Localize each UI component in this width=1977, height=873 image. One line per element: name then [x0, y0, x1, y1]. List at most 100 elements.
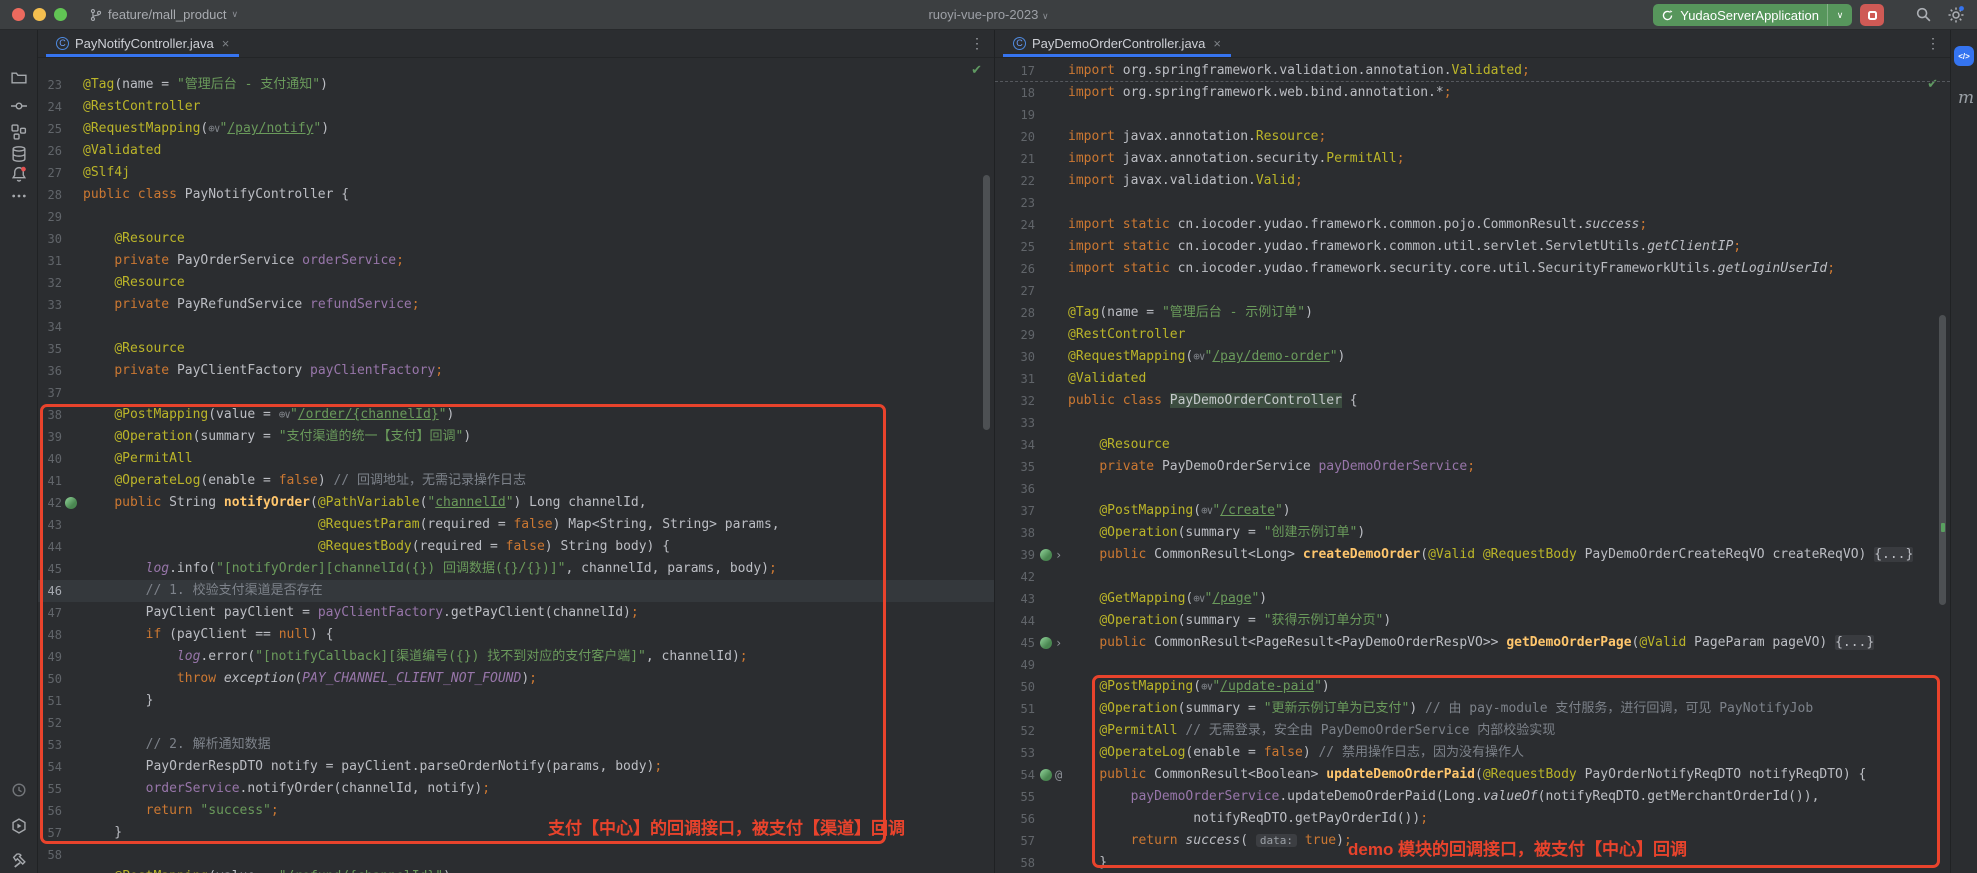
code-line[interactable]: 33 private PayRefundService refundServic… — [38, 294, 994, 316]
line-number[interactable]: 26 — [995, 258, 1035, 280]
code-line[interactable]: 56 return "success"; — [38, 800, 994, 822]
line-number[interactable]: 31 — [38, 250, 62, 272]
line-number[interactable]: 58 — [38, 844, 62, 866]
code-line[interactable]: 49 log.error("[notifyCallback][渠道编号({}) … — [38, 646, 994, 668]
code-line[interactable]: 30 @Resource — [38, 228, 994, 250]
code-line[interactable]: 43 @GetMapping(⊕∨"/page") — [995, 588, 1950, 610]
run-config-chevron-icon[interactable]: ∨ — [1828, 10, 1852, 21]
code-line[interactable]: 58 } — [995, 852, 1950, 873]
code-line[interactable]: 39› public CommonResult<Long> createDemo… — [995, 544, 1950, 566]
structure-icon[interactable] — [10, 124, 27, 141]
line-number[interactable]: 32 — [38, 272, 62, 294]
line-number[interactable]: 33 — [38, 294, 62, 316]
code-line[interactable]: 25@RequestMapping(⊕∨"/pay/notify") — [38, 118, 994, 140]
code-line[interactable]: 53 @OperateLog(enable = false) // 禁用操作日志… — [995, 742, 1950, 764]
line-number[interactable]: 53 — [995, 742, 1035, 764]
line-number[interactable]: 23 — [38, 74, 62, 96]
line-number[interactable]: 34 — [995, 434, 1035, 456]
line-number[interactable]: 53 — [38, 734, 62, 756]
url-globe-inlay-icon[interactable]: ⊕∨ — [208, 122, 219, 135]
zoom-window-icon[interactable] — [54, 8, 67, 21]
database-icon[interactable] — [10, 146, 27, 163]
code-line[interactable]: 52 — [38, 712, 994, 734]
line-number[interactable]: 23 — [995, 192, 1035, 214]
line-number[interactable]: 37 — [38, 382, 62, 404]
code-line[interactable]: 25import static cn.iocoder.yudao.framewo… — [995, 236, 1950, 258]
code-line[interactable]: 58 — [38, 844, 994, 866]
fold-chevron-icon[interactable]: › — [1055, 544, 1062, 566]
line-number[interactable]: 25 — [38, 118, 62, 140]
line-number[interactable]: 17 — [995, 60, 1035, 82]
line-number[interactable]: 50 — [38, 668, 62, 690]
code-line[interactable]: 37 — [38, 382, 994, 404]
line-number[interactable]: 38 — [995, 522, 1035, 544]
line-number[interactable]: 55 — [995, 786, 1035, 808]
code-line[interactable]: 32 @Resource — [38, 272, 994, 294]
code-line[interactable]: 28public class PayNotifyController { — [38, 184, 994, 206]
line-number[interactable]: 48 — [38, 624, 62, 646]
url-globe-inlay-icon[interactable]: ⊕∨ — [279, 408, 290, 421]
line-number[interactable]: 24 — [38, 96, 62, 118]
line-number[interactable]: 51 — [38, 690, 62, 712]
code-line[interactable]: 42 public String notifyOrder(@PathVariab… — [38, 492, 994, 514]
rest-api-gutter-icon[interactable] — [1040, 549, 1052, 561]
code-line[interactable]: 36 — [995, 478, 1950, 500]
line-number[interactable]: 42 — [38, 492, 62, 514]
line-number[interactable]: 26 — [38, 140, 62, 162]
code-line[interactable]: 35 @Resource — [38, 338, 994, 360]
code-line[interactable]: 48 if (payClient == null) { — [38, 624, 994, 646]
code-line[interactable]: 57 } — [38, 822, 994, 844]
history-icon[interactable] — [10, 782, 27, 799]
line-number[interactable]: 28 — [38, 184, 62, 206]
line-number[interactable]: 36 — [995, 478, 1035, 500]
code-line[interactable]: 22import javax.validation.Valid; — [995, 170, 1950, 192]
line-number[interactable]: 56 — [38, 800, 62, 822]
line-number[interactable]: 55 — [38, 778, 62, 800]
line-number[interactable]: 57 — [38, 822, 62, 844]
code-line[interactable]: 40 @PermitAll — [38, 448, 994, 470]
line-number[interactable]: 58 — [995, 852, 1035, 873]
line-number[interactable]: 21 — [995, 148, 1035, 170]
line-number[interactable]: 29 — [995, 324, 1035, 346]
fold-chevron-icon[interactable]: › — [1055, 632, 1062, 654]
annotation-gutter-icon[interactable]: @ — [1055, 764, 1062, 786]
code-line[interactable]: 29 — [38, 206, 994, 228]
line-number[interactable]: 27 — [38, 162, 62, 184]
line-number[interactable]: 44 — [38, 536, 62, 558]
line-number[interactable]: 54 — [995, 764, 1035, 786]
code-line[interactable]: 54@ public CommonResult<Boolean> updateD… — [995, 764, 1950, 786]
url-globe-inlay-icon[interactable]: ⊕∨ — [1193, 350, 1204, 363]
code-line[interactable]: 51 } — [38, 690, 994, 712]
line-number[interactable]: 19 — [995, 104, 1035, 126]
code-line[interactable]: 50 @PostMapping(⊕∨"/update-paid") — [995, 676, 1950, 698]
code-line[interactable]: 53 // 2. 解析通知数据 — [38, 734, 994, 756]
rest-api-gutter-icon[interactable] — [65, 497, 77, 509]
line-number[interactable]: 32 — [995, 390, 1035, 412]
line-number[interactable]: 37 — [995, 500, 1035, 522]
close-tab-icon[interactable]: × — [1213, 36, 1221, 51]
code-line[interactable]: 54 PayOrderRespDTO notify = payClient.pa… — [38, 756, 994, 778]
line-number[interactable]: 30 — [38, 228, 62, 250]
code-line[interactable]: 20import javax.annotation.Resource; — [995, 126, 1950, 148]
close-window-icon[interactable] — [12, 8, 25, 21]
line-number[interactable]: 52 — [38, 712, 62, 734]
line-number[interactable]: 29 — [38, 206, 62, 228]
close-tab-icon[interactable]: × — [222, 36, 230, 51]
line-number[interactable]: 49 — [995, 654, 1035, 676]
code-line[interactable]: 31@Validated — [995, 368, 1950, 390]
line-number[interactable]: 39 — [38, 426, 62, 448]
rest-api-gutter-icon[interactable] — [1040, 769, 1052, 781]
settings-gear-icon[interactable] — [1947, 6, 1965, 24]
minimize-window-icon[interactable] — [33, 8, 46, 21]
code-line[interactable]: 51 @Operation(summary = "更新示例订单为已支付") //… — [995, 698, 1950, 720]
code-line[interactable]: 44 @RequestBody(required = false) String… — [38, 536, 994, 558]
line-number[interactable]: 44 — [995, 610, 1035, 632]
line-number[interactable]: 24 — [995, 214, 1035, 236]
rest-api-gutter-icon[interactable] — [1040, 637, 1052, 649]
code-line[interactable]: 23 — [995, 192, 1950, 214]
code-line[interactable]: 18import org.springframework.web.bind.an… — [995, 82, 1950, 104]
notifications-bell-icon[interactable] — [10, 166, 27, 183]
line-number[interactable]: 46 — [38, 580, 62, 602]
code-editor-left[interactable]: ✔ 23@Tag(name = "管理后台 - 支付通知")24@RestCon… — [38, 58, 994, 873]
line-number[interactable]: 45 — [995, 632, 1035, 654]
